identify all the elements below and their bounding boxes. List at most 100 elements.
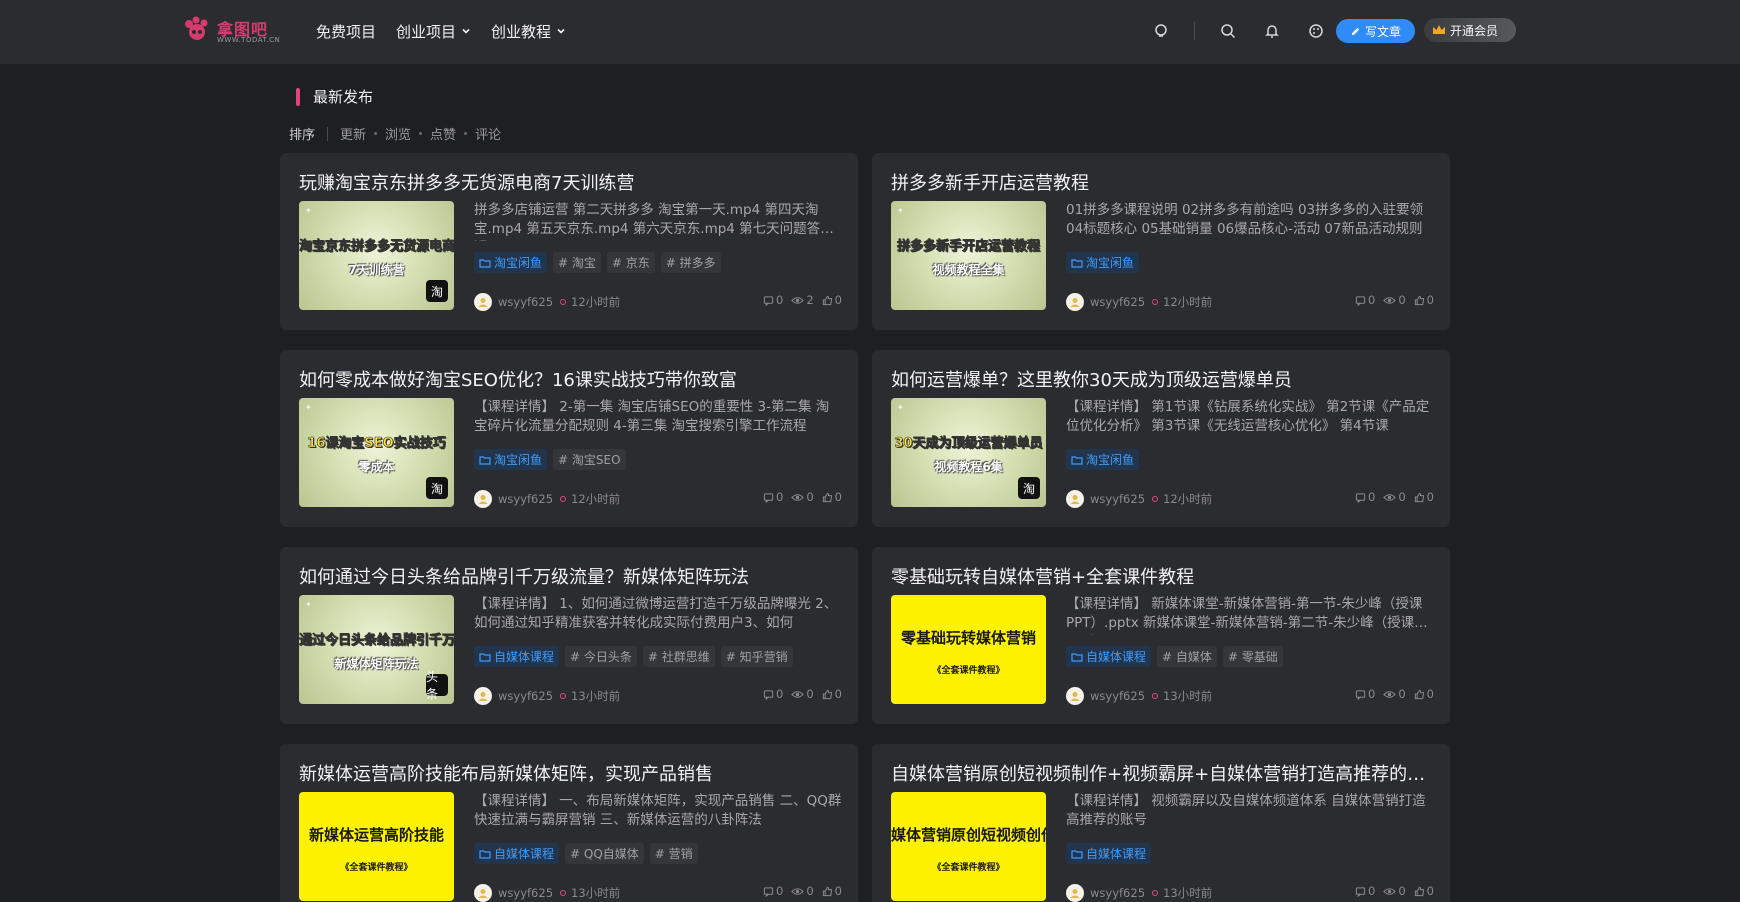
vip-membership-button[interactable]: 开通会员 (1424, 18, 1516, 42)
keyword-tag[interactable]: # 淘宝SEO (553, 449, 626, 470)
bell-icon[interactable] (1261, 20, 1283, 42)
keyword-tag[interactable]: # 知乎营销 (720, 646, 793, 667)
category-label: 淘宝闲鱼 (1086, 256, 1135, 270)
category-tag[interactable]: 自媒体课程 (474, 843, 560, 864)
thumbnail-badge: 淘 (426, 280, 448, 302)
post-thumbnail[interactable]: 零基础玩转媒体营销 《全套课件教程》 (891, 595, 1046, 704)
sort-option-likes[interactable]: 点赞 (430, 124, 456, 143)
post-card[interactable]: 玩赚淘宝京东拼多多无货源电商7天训练营 ✦ 淘宝京东拼多多无货源电商 7天训练营淘 拼多… (280, 153, 858, 330)
post-author[interactable]: wsyyf625 13小时前 (1066, 687, 1212, 705)
post-title[interactable]: 新媒体运营高阶技能布局新媒体矩阵，实现产品销售 (299, 760, 839, 786)
category-tag[interactable]: 自媒体课程 (1066, 646, 1152, 667)
nav-item-free-projects[interactable]: 免费项目 (316, 21, 376, 42)
nav-item-startup-projects[interactable]: 创业项目 (396, 21, 471, 42)
post-title[interactable]: 零基础玩转自媒体营销+全套课件教程 (891, 563, 1431, 589)
write-article-label: 写文章 (1364, 24, 1401, 39)
like-count-value: 0 (1426, 884, 1434, 898)
post-card[interactable]: 如何通过今日头条给品牌引千万级流量？新媒体矩阵玩法 ✦ 通过今日头条给品牌引千万级流… (280, 547, 858, 724)
keyword-tag[interactable]: # 今日头条 (565, 646, 637, 667)
keyword-tag[interactable]: # QQ自媒体 (565, 843, 644, 864)
comment-count-value: 0 (1368, 293, 1376, 307)
post-author[interactable]: wsyyf625 13小时前 (474, 884, 620, 902)
keyword-tag[interactable]: # 拼多多 (660, 252, 721, 273)
category-tag[interactable]: 淘宝闲鱼 (474, 449, 548, 470)
view-count: 0 (791, 687, 814, 701)
like-count[interactable]: 0 (822, 884, 842, 898)
folder-icon (479, 455, 491, 465)
keyword-tag[interactable]: # 自媒体 (1157, 646, 1217, 667)
post-card[interactable]: 如何运营爆单？这里教你30天成为顶级运营爆单员 ✦ 30天成为顶级运营爆单员 视频教程… (872, 350, 1450, 527)
avatar (474, 490, 492, 508)
comment-icon (1355, 492, 1366, 503)
nav-item-label: 创业教程 (491, 22, 552, 41)
post-thumbnail[interactable]: 新媒体运营高阶技能 《全套课件教程》 (299, 792, 454, 901)
sort-separator-dot (464, 132, 468, 135)
keyword-tag[interactable]: # 社群思维 (642, 646, 715, 667)
sort-option-update[interactable]: 更新 (340, 124, 366, 143)
sort-option-comments[interactable]: 评论 (475, 124, 501, 143)
post-title[interactable]: 拼多多新手开店运营教程 (891, 169, 1431, 195)
search-icon[interactable] (1217, 20, 1239, 42)
post-title[interactable]: 玩赚淘宝京东拼多多无货源电商7天训练营 (299, 169, 839, 195)
post-card[interactable]: 自媒体营销原创短视频制作+视频霸屏+自媒体营销打造高推荐的账号媒体营销原创短视频… (872, 744, 1450, 902)
post-author[interactable]: wsyyf625 13小时前 (1066, 884, 1212, 902)
post-title[interactable]: 如何通过今日头条给品牌引千万级流量？新媒体矩阵玩法 (299, 563, 839, 589)
sort-separator-dot (374, 132, 378, 135)
keyword-tag[interactable]: # 营销 (649, 843, 698, 864)
post-thumbnail[interactable]: ✦通过今日头条给品牌引千万级流量新媒体矩阵玩法头条 (299, 595, 454, 704)
category-tag[interactable]: 自媒体课程 (474, 646, 560, 667)
post-thumbnail[interactable]: 媒体营销原创短视频创作 《全套课件教程》 (891, 792, 1046, 901)
header-divider (1194, 22, 1195, 40)
like-count[interactable]: 0 (1414, 293, 1434, 307)
category-tag[interactable]: 自媒体课程 (1066, 843, 1152, 864)
post-card[interactable]: 零基础玩转自媒体营销+全套课件教程 零基础玩转媒体营销 《全套课件教程》 【课程详情】… (872, 547, 1450, 724)
view-count: 0 (1383, 490, 1406, 504)
category-tag[interactable]: 淘宝闲鱼 (474, 252, 548, 273)
post-title[interactable]: 如何零成本做好淘宝SEO优化？16课实战技巧带你致富 (299, 366, 839, 392)
nav-item-startup-tutorials[interactable]: 创业教程 (491, 21, 566, 42)
post-author[interactable]: wsyyf625 12小时前 (1066, 293, 1212, 311)
like-count[interactable]: 0 (1414, 490, 1434, 504)
post-author[interactable]: wsyyf625 12小时前 (1066, 490, 1212, 508)
category-tag[interactable]: 淘宝闲鱼 (1066, 449, 1140, 470)
write-article-button[interactable]: 写文章 (1336, 19, 1415, 43)
thumbnail-badge: 淘 (426, 477, 448, 499)
like-count-value: 0 (1426, 490, 1434, 504)
post-title[interactable]: 如何运营爆单？这里教你30天成为顶级运营爆单员 (891, 366, 1431, 392)
post-author[interactable]: wsyyf625 13小时前 (474, 687, 620, 705)
like-count[interactable]: 0 (1414, 687, 1434, 701)
post-thumbnail[interactable]: ✦ 拼多多新手开店运营教程 视频教程全集 (891, 201, 1046, 310)
user-avatar-icon (478, 692, 488, 701)
like-count[interactable]: 0 (822, 490, 842, 504)
category-label: 自媒体课程 (1086, 650, 1147, 664)
avatar (474, 687, 492, 705)
comment-count: 0 (763, 687, 783, 701)
like-count[interactable]: 0 (822, 687, 842, 701)
palette-icon[interactable] (1305, 20, 1327, 42)
sort-option-views[interactable]: 浏览 (385, 124, 411, 143)
thumbs-up-icon (822, 492, 832, 502)
post-card[interactable]: 拼多多新手开店运营教程 ✦ 拼多多新手开店运营教程 视频教程全集 01拼多多课程说明 0… (872, 153, 1450, 330)
post-author[interactable]: wsyyf625 12小时前 (474, 293, 620, 311)
post-title[interactable]: 自媒体营销原创短视频制作+视频霸屏+自媒体营销打造高推荐的账号 (891, 760, 1431, 786)
post-thumbnail[interactable]: ✦ 淘宝京东拼多多无货源电商 7天训练营淘 (299, 201, 454, 310)
keyword-tag[interactable]: # 淘宝 (553, 252, 601, 273)
post-thumbnail[interactable]: ✦ 16课淘宝SEO实战技巧 零成本淘 (299, 398, 454, 507)
keyword-tag[interactable]: # 京东 (606, 252, 655, 273)
like-count[interactable]: 0 (1414, 884, 1434, 898)
like-count[interactable]: 0 (822, 293, 842, 307)
category-tag[interactable]: 淘宝闲鱼 (1066, 252, 1140, 273)
post-author[interactable]: wsyyf625 12小时前 (474, 490, 620, 508)
post-thumbnail[interactable]: ✦ 30天成为顶级运营爆单员 视频教程6集淘 (891, 398, 1046, 507)
like-count-value: 0 (834, 490, 842, 504)
clock-icon (1152, 890, 1159, 896)
site-logo[interactable]: 拿图吧 WWW.TODAT.CN (183, 14, 280, 50)
author-name: wsyyf625 (1090, 689, 1146, 703)
post-card[interactable]: 如何零成本做好淘宝SEO优化？16课实战技巧带你致富 ✦ 16课淘宝SEO实战技巧零… (280, 350, 858, 527)
keyword-tag[interactable]: # 零基础 (1222, 646, 1283, 667)
view-count-value: 0 (1398, 884, 1406, 898)
post-card[interactable]: 新媒体运营高阶技能布局新媒体矩阵，实现产品销售新媒体运营高阶技能 《全套课件教程》… (280, 744, 858, 902)
lightbulb-icon[interactable] (1150, 20, 1172, 42)
author-name: wsyyf625 (1090, 295, 1146, 309)
thumbnail-badge: 淘 (1018, 477, 1040, 499)
